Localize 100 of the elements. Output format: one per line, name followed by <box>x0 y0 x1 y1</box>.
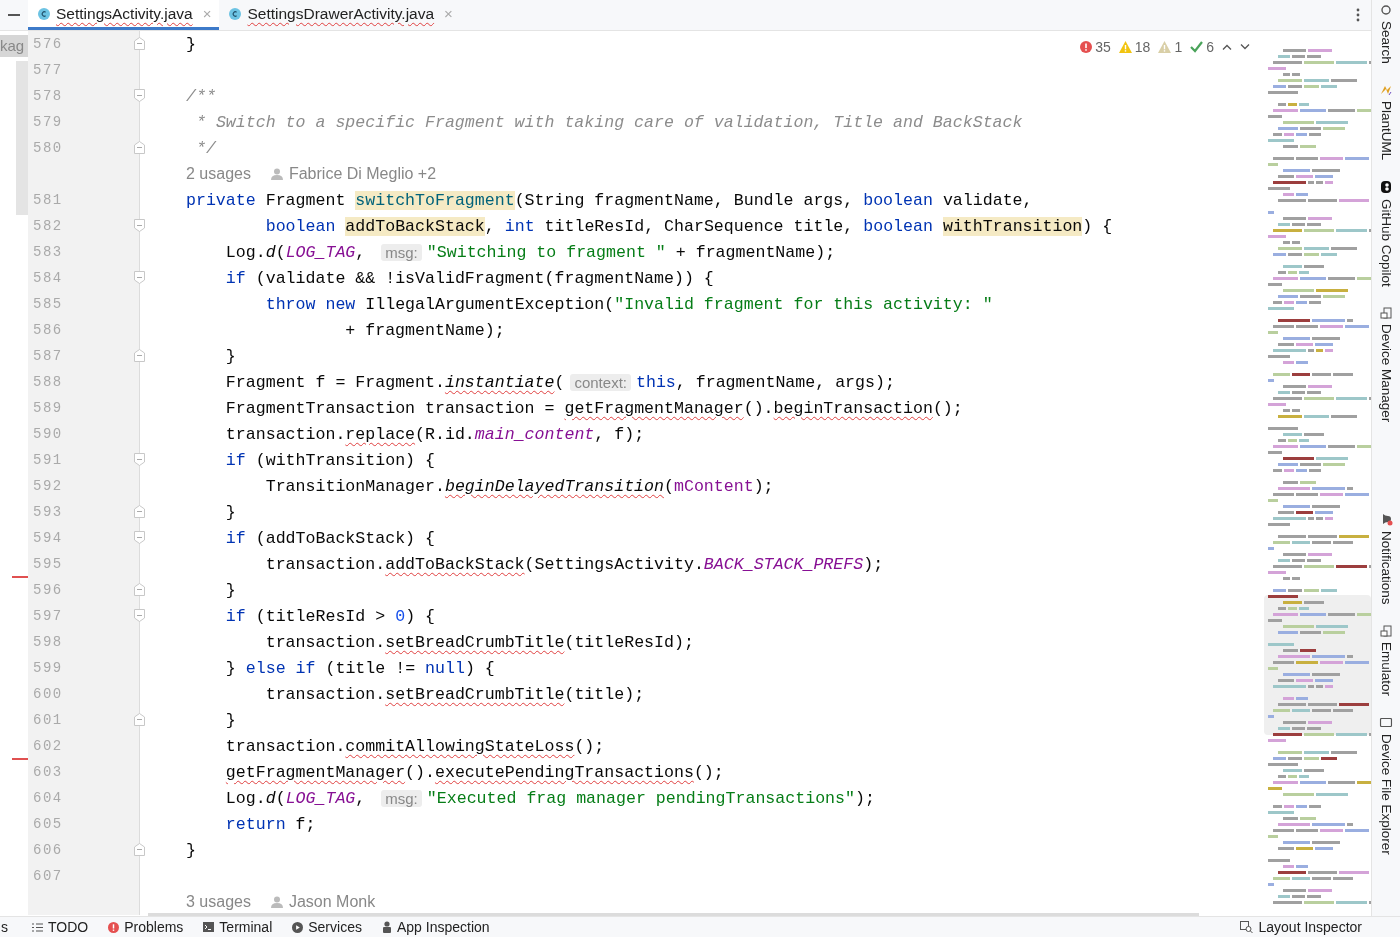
code-text: ); <box>753 476 774 496</box>
code-text: validate, <box>942 190 1033 210</box>
fold-icon[interactable] <box>134 505 145 518</box>
tool-window-button[interactable]: Device Manager <box>1378 306 1394 423</box>
code-text: Log. <box>225 788 266 808</box>
method-name: beginDelayedTransition <box>444 476 664 496</box>
keyword: this <box>635 372 676 392</box>
method-name: getFragmentManager <box>225 762 406 782</box>
usages-link[interactable]: 2 usages <box>186 165 251 183</box>
fold-icon[interactable] <box>134 453 145 466</box>
line-number: 595 <box>33 555 63 574</box>
keyword: int <box>504 216 535 236</box>
field-name: mContent <box>673 476 754 496</box>
code-text: (title != <box>325 658 416 678</box>
code-text: (); <box>574 736 605 756</box>
line-number: 583 <box>33 243 63 262</box>
next-icon[interactable] <box>1240 44 1250 50</box>
tool-window-button[interactable]: Emulator <box>1378 624 1394 696</box>
person-icon <box>270 896 283 908</box>
code-text: } <box>186 34 196 54</box>
editor-tab[interactable]: SettingsDrawerActivity.java × <box>219 0 461 30</box>
search-icon <box>1380 4 1392 16</box>
keyword: return <box>225 814 286 834</box>
code-text: } <box>225 502 236 522</box>
keyword: if <box>225 450 246 470</box>
fold-icon[interactable] <box>134 713 145 726</box>
keyword: boolean <box>863 216 933 236</box>
line-number: 580 <box>33 139 63 158</box>
constant-name: BACK_STACK_PREFS <box>703 554 864 574</box>
line-number: 596 <box>33 581 63 600</box>
scrollbar[interactable] <box>16 61 28 215</box>
code-text: + fragmentName); <box>675 242 836 262</box>
keyword: boolean <box>863 190 933 210</box>
inspection-count[interactable]: 1 <box>1158 39 1183 55</box>
inspection-count[interactable]: 6 <box>1190 39 1214 55</box>
class-file-icon <box>38 7 50 20</box>
tool-window-button[interactable]: Layout Inspector <box>1230 919 1400 935</box>
tool-window-button[interactable]: Search <box>1378 4 1394 64</box>
fold-icon[interactable] <box>134 531 145 544</box>
fold-icon[interactable] <box>134 89 145 102</box>
constant-name: main_content <box>474 424 595 444</box>
copilot-icon <box>1379 180 1393 195</box>
line-number: 606 <box>33 841 63 860</box>
fold-icon[interactable] <box>134 271 145 284</box>
line-number: 605 <box>33 815 63 834</box>
line-number: 593 <box>33 503 63 522</box>
editor-tab[interactable]: SettingsActivity.java × <box>28 0 220 30</box>
code-text: (); <box>932 398 963 418</box>
tool-window-button[interactable]: GitHub Copilot <box>1378 180 1394 287</box>
fold-icon[interactable] <box>134 583 145 596</box>
tool-window-button[interactable]: s <box>0 919 22 935</box>
keyword: null <box>425 658 465 678</box>
more-options-icon[interactable] <box>1356 8 1360 22</box>
code-text: } <box>186 840 196 860</box>
line-number: 581 <box>33 191 63 210</box>
tool-window-button[interactable]: Services <box>282 919 372 935</box>
fold-icon[interactable] <box>134 609 145 622</box>
device-icon <box>1380 306 1392 319</box>
usages-link[interactable]: 3 usages <box>186 893 251 911</box>
fold-icon[interactable] <box>134 349 145 362</box>
tool-window-button[interactable]: Notifications <box>1378 512 1394 605</box>
check-icon <box>1190 41 1204 53</box>
previous-icon[interactable] <box>1222 44 1232 50</box>
code-text: } <box>225 658 236 678</box>
tool-window-button[interactable]: Device File Explorer <box>1378 715 1394 855</box>
method-name: getFragmentManager <box>564 398 744 418</box>
tool-window-button[interactable]: Terminal <box>193 919 283 935</box>
fold-icon[interactable] <box>134 37 145 50</box>
code-text: ( <box>664 476 674 496</box>
constant-name: LOG_TAG <box>285 788 356 808</box>
method-name: replace <box>345 424 416 444</box>
author-name: Jason Monk <box>288 893 376 911</box>
string-literal: "Executed frag manager pendingTransactions" <box>426 788 855 808</box>
code-text: (). <box>405 762 435 782</box>
code-comment: /** <box>186 86 216 106</box>
person-icon <box>270 168 283 180</box>
tool-window-button[interactable]: TODO <box>22 919 99 935</box>
method-name: instantiate <box>444 372 555 392</box>
inspection-count[interactable]: 18 <box>1118 39 1151 55</box>
code-text: (String fragmentName, Bundle args, <box>514 190 854 210</box>
line-number: 602 <box>33 737 63 756</box>
code-text: , <box>355 242 366 262</box>
tool-window-button[interactable]: PlantUML <box>1378 83 1394 161</box>
code-text: transaction. <box>265 632 386 652</box>
parameter-hint: msg: <box>381 243 422 261</box>
method-name: executePendingTransactions <box>434 762 694 782</box>
tool-window-button[interactable]: App Inspection <box>371 919 500 935</box>
fold-icon[interactable] <box>134 219 145 232</box>
device-icon <box>1380 624 1392 637</box>
inspection-count[interactable]: 35 <box>1080 39 1111 55</box>
tool-window-button[interactable]: Problems <box>98 919 194 935</box>
method-name: beginTransaction <box>773 398 933 418</box>
keyword: throw new <box>265 294 356 314</box>
code-text: TransitionManager. <box>265 476 445 496</box>
method-declaration: switchToFragment <box>355 190 515 210</box>
code-text: } <box>225 710 236 730</box>
class-file-icon <box>229 7 242 20</box>
fold-icon[interactable] <box>134 141 145 154</box>
line-number: 594 <box>33 529 63 548</box>
fold-icon[interactable] <box>134 843 145 856</box>
